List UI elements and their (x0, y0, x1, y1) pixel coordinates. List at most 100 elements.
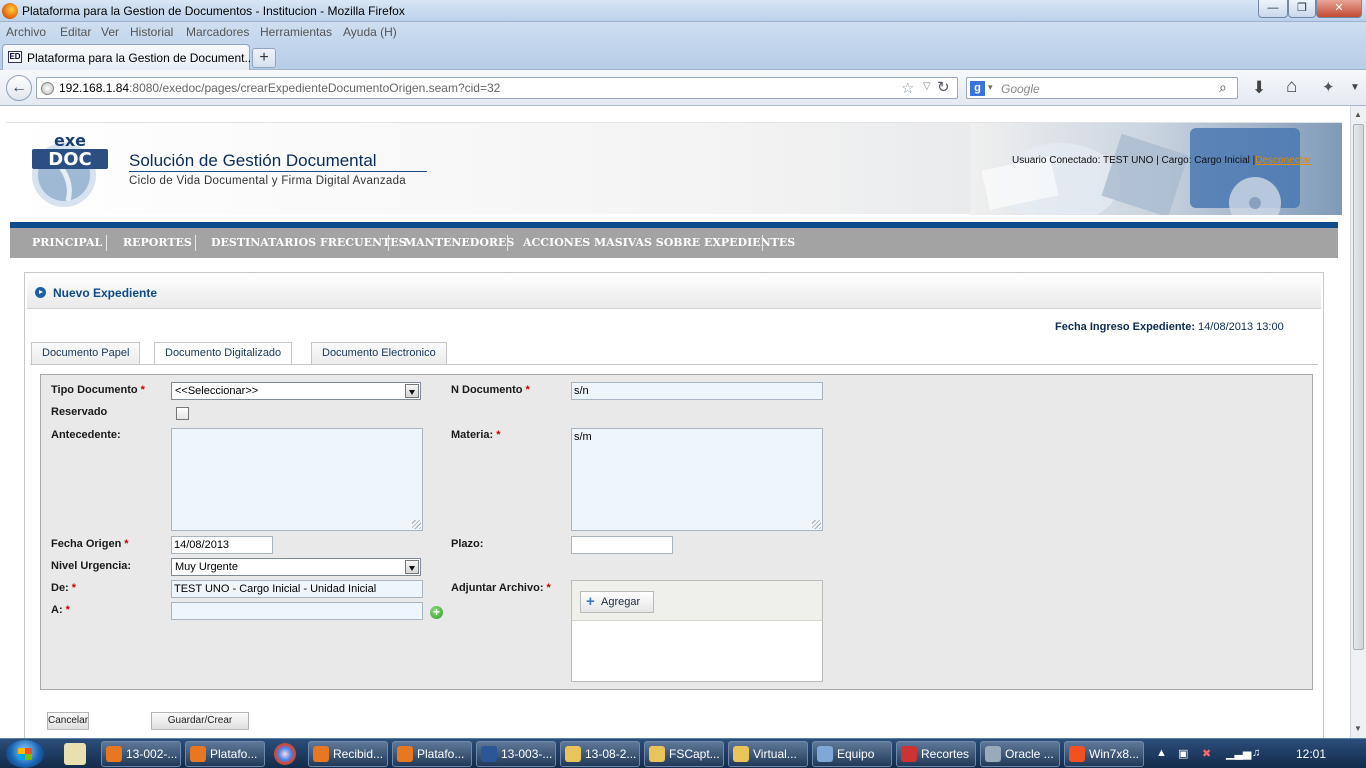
engine-dropdown-icon[interactable]: ▾ (988, 82, 993, 93)
computer-icon (817, 746, 833, 762)
nav-separator (762, 235, 763, 251)
nivel-urgencia-select[interactable]: Muy Urgente (171, 558, 421, 576)
cancelar-button[interactable]: Cancelar (47, 712, 90, 730)
taskbar-item[interactable]: Recortes (896, 741, 976, 767)
tray-expand-icon[interactable]: ▲ (1156, 747, 1167, 759)
taskbar-item-label: Oracle ... (1005, 747, 1054, 761)
taskbar-item[interactable]: Recibid... (308, 741, 388, 767)
chevron-down-icon[interactable] (405, 384, 419, 398)
n-documento-input[interactable]: s/n (571, 382, 823, 400)
app-title: Solución de Gestión Documental (129, 151, 377, 170)
menu-ver[interactable]: Ver (101, 25, 119, 39)
antecedente-label: Antecedente: (51, 429, 121, 441)
taskbar-item[interactable]: Equipo (812, 741, 892, 767)
resize-grip-icon[interactable] (412, 520, 421, 529)
fecha-ingreso-expediente: Fecha Ingreso Expediente: 14/08/2013 13:… (1055, 321, 1284, 333)
home-icon[interactable]: ⌂ (1286, 76, 1297, 98)
a-label: A: * (51, 604, 70, 616)
nav-principal[interactable]: PRINCIPAL (16, 228, 118, 258)
taskbar-item[interactable]: Platafo... (185, 741, 265, 767)
taskbar-item[interactable]: Win7x8... (1064, 741, 1144, 767)
close-button[interactable]: ✕ (1316, 0, 1362, 18)
menu-archivo[interactable]: Archivo (6, 25, 46, 39)
downloads-icon[interactable]: ⬇ (1252, 78, 1266, 98)
taskbar-item[interactable]: 13-08-2... (560, 741, 640, 767)
plazo-input[interactable] (571, 536, 673, 554)
notepad-pinned-icon[interactable] (64, 743, 86, 765)
taskbar-clock[interactable]: 12:01 (1296, 747, 1326, 761)
tray-volume-icon[interactable]: ♫ (1252, 747, 1260, 759)
add-destinatario-plus-icon[interactable]: + (430, 606, 443, 619)
tab-documento-electronico[interactable]: Documento Electronico (311, 342, 447, 364)
folder-icon (733, 746, 749, 762)
url-history-dropdown-icon[interactable]: ▽ (923, 81, 931, 92)
taskbar-item-label: 13-08-2... (585, 747, 637, 761)
menu-marcadores[interactable]: Marcadores (186, 25, 249, 39)
taskbar-item[interactable]: 13-003-... (476, 741, 556, 767)
scrollbar-thumb[interactable] (1353, 124, 1364, 650)
logo-top-text: exe (54, 131, 86, 150)
tray-network-error-icon[interactable]: ✖ (1202, 747, 1211, 760)
resize-grip-icon[interactable] (812, 520, 821, 529)
url-text[interactable]: 192.168.1.84:8080/exedoc/pages/crearExpe… (59, 81, 500, 95)
tab-documento-papel[interactable]: Documento Papel (31, 342, 141, 364)
taskbar-item[interactable]: Virtual... (728, 741, 808, 767)
taskbar-item-label: Platafo... (417, 747, 465, 761)
new-tab-button[interactable]: + (252, 48, 276, 68)
minimize-button[interactable]: — (1258, 0, 1288, 18)
a-input[interactable] (171, 602, 423, 620)
chevron-down-icon[interactable] (405, 560, 419, 574)
taskbar-item[interactable]: Oracle ... (980, 741, 1060, 767)
search-bar[interactable]: g ▾ Google ⌕ (966, 77, 1238, 99)
browser-tab-label: Plataforma para la Gestion de Document..… (27, 51, 255, 65)
materia-label: Materia: * (451, 429, 500, 441)
nav-reportes[interactable]: REPORTES (107, 228, 208, 258)
menu-ayuda[interactable]: Ayuda (H) (343, 25, 397, 39)
plus-icon: + (586, 593, 595, 610)
start-button[interactable] (6, 740, 44, 768)
guardar-crear-label: Guardar/Crear (167, 715, 233, 726)
google-engine-icon[interactable]: g (970, 81, 985, 96)
search-icon[interactable]: ⌕ (1219, 79, 1227, 96)
url-path: :8080/exedoc/pages/crearExpedienteDocume… (129, 81, 501, 95)
back-button[interactable]: ← (6, 75, 32, 101)
taskbar-item[interactable]: Platafo... (392, 741, 472, 767)
chrome-pinned-icon[interactable] (274, 743, 296, 765)
menu-herramientas[interactable]: Herramientas (260, 25, 332, 39)
menu-editar[interactable]: Editar (60, 25, 91, 39)
address-bar[interactable]: 192.168.1.84:8080/exedoc/pages/crearExpe… (36, 77, 958, 99)
scroll-down-icon[interactable]: ▼ (1354, 724, 1362, 733)
agregar-archivo-button[interactable]: + Agregar (580, 591, 654, 613)
panel-title: Nuevo Expediente (53, 286, 158, 300)
antecedente-textarea[interactable] (171, 428, 423, 531)
guardar-crear-button[interactable]: Guardar/Crear (151, 712, 249, 730)
tab-documento-digitalizado[interactable]: Documento Digitalizado (154, 342, 293, 365)
taskbar-item-label: Recortes (921, 747, 970, 761)
tray-device-icon[interactable]: ▣ (1178, 747, 1188, 760)
addon-icon[interactable]: ✦ (1322, 78, 1335, 96)
tray-signal-icon[interactable]: ▁▃▅ (1226, 747, 1251, 760)
materia-textarea[interactable]: s/m (571, 428, 823, 531)
maximize-button[interactable]: ❐ (1288, 0, 1316, 18)
bookmark-star-icon[interactable]: ☆ (901, 79, 914, 97)
nav-acciones-masivas[interactable]: ACCIONES MASIVAS SOBRE EXPEDIENTES (507, 228, 811, 258)
taskbar-item[interactable]: FSCapt... (644, 741, 724, 767)
a-label-text: A: (51, 604, 63, 616)
reservado-checkbox[interactable] (176, 407, 189, 420)
reload-icon[interactable]: ↻ (937, 78, 950, 96)
nivel-urgencia-select-value: Muy Urgente (175, 561, 238, 573)
scroll-up-icon[interactable]: ▲ (1354, 110, 1362, 119)
taskbar-item-label: 13-003-... (501, 747, 553, 761)
menu-historial[interactable]: Historial (130, 25, 173, 39)
fecha-origen-input[interactable]: 14/08/2013 (171, 536, 273, 554)
page-scrollbar[interactable]: ▲ ▼ (1350, 106, 1366, 738)
de-input[interactable]: TEST UNO - Cargo Inicial - Unidad Inicia… (171, 580, 423, 598)
taskbar-item[interactable]: 13-002-... (101, 741, 181, 767)
required-mark: * (140, 384, 145, 396)
toolbar-menu-chevron-down-icon[interactable]: ▼ (1350, 82, 1360, 93)
logout-link[interactable]: Desconectar (1255, 155, 1311, 166)
fecha-origen-label-text: Fecha Origen (51, 538, 122, 550)
header-decorative-image (970, 123, 1342, 215)
tipo-documento-select[interactable]: <<Seleccionar>> (171, 382, 421, 400)
browser-tab[interactable]: ED Plataforma para la Gestion de Documen… (2, 44, 254, 71)
